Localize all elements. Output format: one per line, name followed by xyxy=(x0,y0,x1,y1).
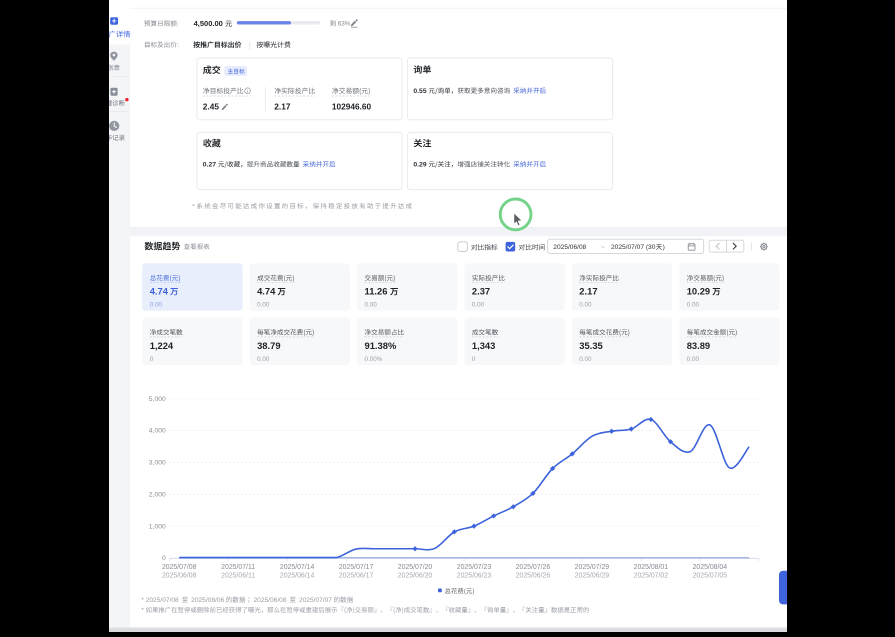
svg-text:2025/07/07: 2025/07/07 xyxy=(299,597,332,604)
svg-text:0.00: 0.00 xyxy=(687,356,700,363)
svg-text:): ) xyxy=(663,244,665,251)
svg-text:2025/07/11: 2025/07/11 xyxy=(221,564,255,571)
svg-text:0.00: 0.00 xyxy=(579,356,592,363)
svg-text:2025/07/08: 2025/07/08 xyxy=(146,597,179,604)
svg-text:2025/06/11: 2025/06/11 xyxy=(221,573,255,580)
svg-text:2025/07/02: 2025/07/02 xyxy=(634,573,669,580)
svg-text:2025/08/06: 2025/08/06 xyxy=(191,597,224,604)
svg-text:0.00: 0.00 xyxy=(150,302,163,309)
svg-text:0.00: 0.00 xyxy=(579,302,592,309)
svg-text:0.00: 0.00 xyxy=(472,302,485,309)
svg-text:0.29: 0.29 xyxy=(413,162,426,169)
svg-text:11.26: 11.26 xyxy=(365,286,388,297)
svg-text:2.45: 2.45 xyxy=(203,102,220,112)
svg-text:5,000: 5,000 xyxy=(149,396,166,403)
svg-text:0.00: 0.00 xyxy=(257,356,270,363)
svg-text:4.74: 4.74 xyxy=(257,286,276,297)
svg-text:*: * xyxy=(192,203,196,210)
svg-text:4.74: 4.74 xyxy=(150,286,169,297)
svg-text:38.79: 38.79 xyxy=(257,340,280,351)
svg-text:4,000: 4,000 xyxy=(149,428,166,435)
svg-text:2025/06/29: 2025/06/29 xyxy=(575,573,610,580)
svg-text:0.00: 0.00 xyxy=(687,302,700,309)
svg-text:~: ~ xyxy=(601,244,605,251)
svg-text:2025/07/07 (30: 2025/07/07 (30 xyxy=(611,244,656,251)
svg-text:2,000: 2,000 xyxy=(149,491,166,498)
svg-text:2025/07/14: 2025/07/14 xyxy=(280,564,315,571)
svg-text:*: * xyxy=(141,607,145,614)
svg-text:4,500.00: 4,500.00 xyxy=(194,19,223,28)
svg-text:2025/07/26: 2025/07/26 xyxy=(516,564,551,571)
svg-text:0: 0 xyxy=(162,555,166,562)
svg-text:2025/07/08: 2025/07/08 xyxy=(162,564,197,571)
svg-text:0.00: 0.00 xyxy=(365,302,378,309)
svg-text:2025/06/08: 2025/06/08 xyxy=(162,573,197,580)
svg-text:1,000: 1,000 xyxy=(149,523,166,530)
svg-text:2025/08/04: 2025/08/04 xyxy=(693,564,728,571)
svg-text:0: 0 xyxy=(150,356,154,363)
svg-text:0.55: 0.55 xyxy=(413,88,426,95)
svg-text:0.00: 0.00 xyxy=(257,302,270,309)
svg-text:35.35: 35.35 xyxy=(579,340,602,351)
svg-text:10.29: 10.29 xyxy=(687,286,710,297)
svg-text:2025/06/23: 2025/06/23 xyxy=(457,573,492,580)
svg-text:2025/07/23: 2025/07/23 xyxy=(457,564,492,571)
svg-text:2025/07/05: 2025/07/05 xyxy=(693,573,728,580)
svg-text:2.17: 2.17 xyxy=(579,286,597,297)
svg-text:2025/06/26: 2025/06/26 xyxy=(516,573,551,580)
svg-text:2025/06/20: 2025/06/20 xyxy=(398,573,433,580)
svg-text:2025/06/14: 2025/06/14 xyxy=(280,573,315,580)
svg-text:102946.60: 102946.60 xyxy=(332,102,372,112)
svg-text:2.37: 2.37 xyxy=(472,286,490,297)
svg-text:3,000: 3,000 xyxy=(149,460,166,467)
svg-text:1,224: 1,224 xyxy=(150,340,174,351)
svg-text:0.00%: 0.00% xyxy=(365,356,383,363)
svg-text:0.27: 0.27 xyxy=(203,162,216,169)
svg-text:91.38%: 91.38% xyxy=(365,340,397,351)
svg-text:1,343: 1,343 xyxy=(472,340,495,351)
svg-text:2025/08/01: 2025/08/01 xyxy=(634,564,669,571)
svg-text:2.17: 2.17 xyxy=(274,102,291,112)
svg-text:2025/06/08: 2025/06/08 xyxy=(254,597,287,604)
svg-text:2025/07/29: 2025/07/29 xyxy=(575,564,610,571)
svg-text::: : xyxy=(177,21,179,28)
svg-text:2025/07/20: 2025/07/20 xyxy=(398,564,433,571)
svg-text::: : xyxy=(177,42,179,49)
svg-text:2025/06/08: 2025/06/08 xyxy=(553,244,586,251)
svg-text:0: 0 xyxy=(472,356,476,363)
svg-text:2025/06/17: 2025/06/17 xyxy=(339,573,374,580)
svg-text:83.89: 83.89 xyxy=(687,340,710,351)
svg-text:63%: 63% xyxy=(338,21,351,28)
svg-text:2025/07/17: 2025/07/17 xyxy=(339,564,374,571)
